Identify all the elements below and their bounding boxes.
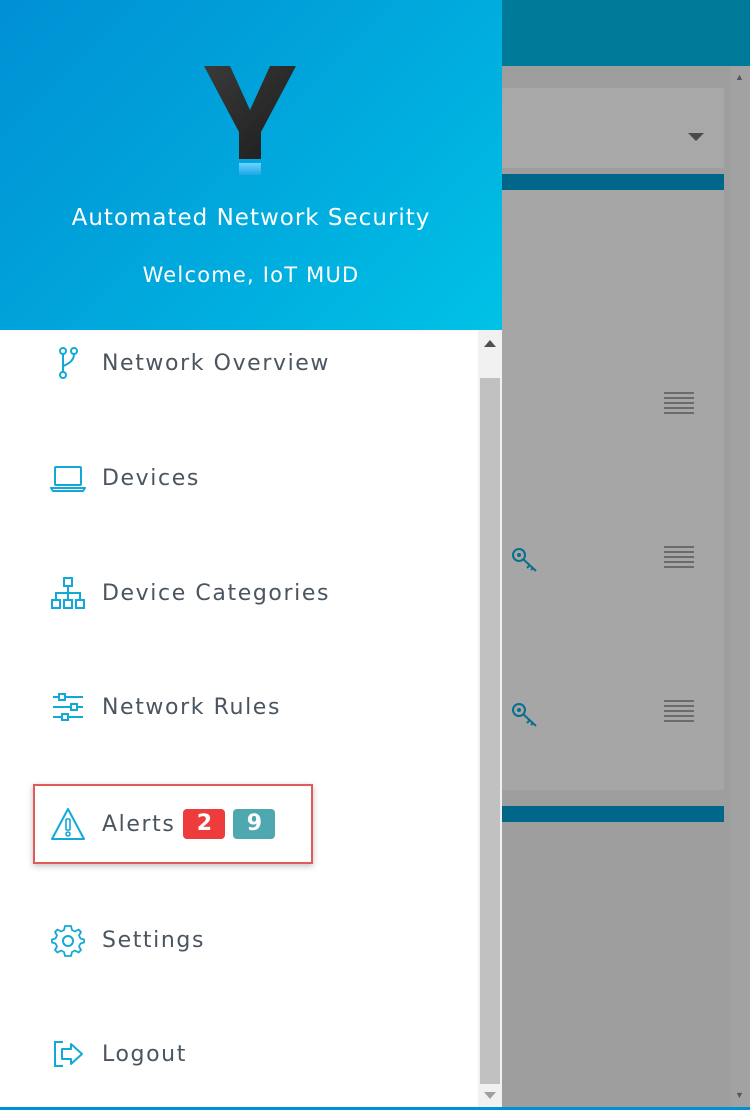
laptop-icon (48, 458, 88, 498)
drawer-header: Automated Network Security Welcome, IoT … (0, 0, 502, 330)
menu-item-device-categories[interactable]: Device Categories (48, 571, 330, 615)
drawer-scrollbar[interactable] (478, 330, 502, 1110)
gear-icon (48, 920, 88, 960)
app-title: Automated Network Security (71, 205, 431, 231)
menu-item-label: Network Overview (102, 350, 331, 376)
welcome-message: Welcome, IoT MUD (142, 263, 360, 287)
background-stripe (502, 806, 724, 822)
chevron-down-icon (688, 133, 704, 141)
page-scrollbar[interactable]: ▲ ▼ (731, 66, 750, 1110)
menu-item-network-overview[interactable]: Network Overview (48, 341, 330, 385)
drag-handle-icon (664, 392, 694, 414)
menu-item-network-rules[interactable]: Network Rules (48, 685, 281, 729)
drag-handle-icon (664, 700, 694, 722)
key-icon (512, 703, 537, 727)
background-dropdown (502, 88, 724, 168)
menu-item-label: Settings (102, 927, 206, 953)
menu-item-label: Network Rules (102, 694, 282, 720)
scroll-up-icon[interactable] (484, 340, 496, 347)
menu-item-label: Devices (102, 465, 200, 491)
sliders-icon (48, 687, 88, 727)
alerts-highlight-box (33, 784, 313, 864)
menu-item-logout[interactable]: Logout (48, 1032, 187, 1076)
hierarchy-icon (48, 573, 88, 613)
menu-item-label: Device Categories (102, 580, 331, 606)
menu-item-settings[interactable]: Settings (48, 918, 205, 962)
network-branch-icon (48, 343, 88, 383)
scrollbar-thumb[interactable] (480, 378, 500, 1084)
logo-icon (204, 66, 296, 175)
drag-handle-icon (664, 546, 694, 568)
key-icon (512, 548, 537, 572)
logout-icon (48, 1034, 88, 1074)
menu-item-label: Logout (102, 1041, 187, 1067)
drawer-menu: Network Overview Devices Device Categori… (0, 330, 478, 1110)
background-stripe (502, 174, 724, 190)
menu-item-devices[interactable]: Devices (48, 456, 200, 500)
scroll-up-icon[interactable]: ▲ (735, 72, 744, 82)
navigation-drawer: Automated Network Security Welcome, IoT … (0, 0, 502, 1110)
scroll-down-icon[interactable]: ▼ (735, 1090, 744, 1100)
scroll-down-icon[interactable] (484, 1092, 496, 1099)
